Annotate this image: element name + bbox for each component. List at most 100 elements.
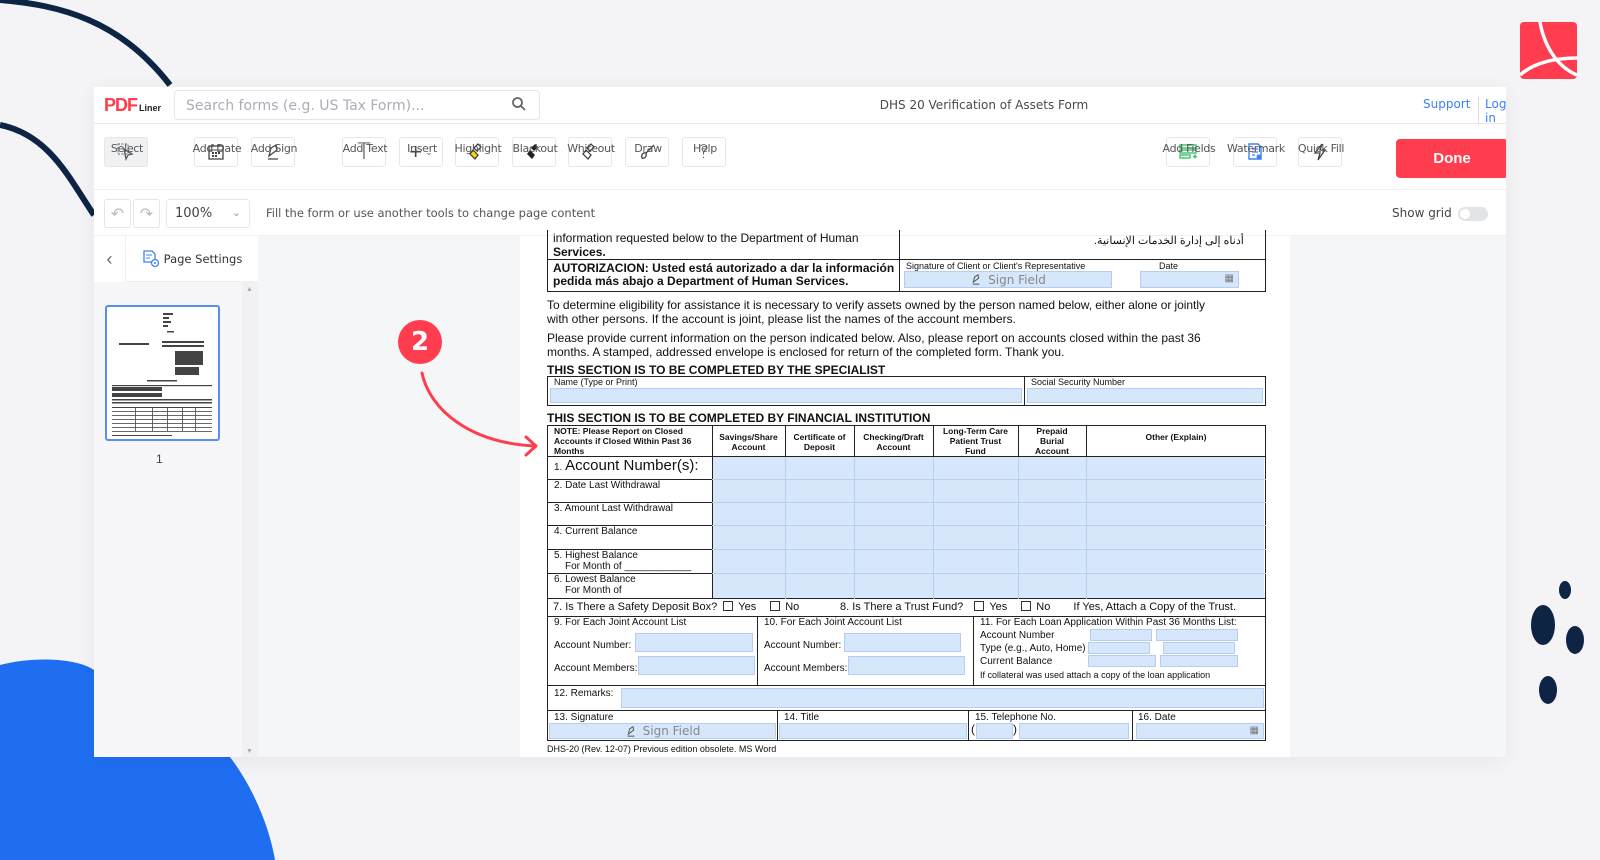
q11-type-label: Type (e.g., Auto, Home) [980,643,1086,654]
safety-box-no-checkbox[interactable] [770,601,781,611]
chevron-down-icon: ⌄ [231,206,241,219]
support-link[interactable]: Support [1423,97,1470,111]
table-row-label: 6. Lowest Balance For Month of [554,574,636,596]
chevron-left-icon: ‹ [106,248,113,269]
redo-icon: ↷ [139,205,154,223]
question-11: 11. For Each Loan Application Within Pas… [980,617,1237,628]
q11-balance-field-1[interactable] [1088,655,1156,667]
table-row-label: 2. Date Last Withdrawal [554,480,661,491]
name-field[interactable] [550,388,1022,403]
document-viewer: information requested below to the Depar… [258,230,1506,757]
show-grid-toggle[interactable] [1458,207,1488,221]
remarks-field[interactable] [621,688,1264,708]
page-sidebar: ‹ Page Settings 1 ▲ ▼ [94,236,258,757]
column-header: Long-Term Care Patient Trust Fund [942,426,1009,456]
pen-nib-icon [627,725,634,737]
signature-sign-field[interactable]: Sign Field [549,723,776,739]
q10-account-members-field[interactable] [848,656,965,675]
column-header: Certificate of Deposit [793,432,846,452]
tool-draw[interactable]: Draw [625,137,671,167]
q11-account-field-2[interactable] [1156,629,1238,641]
search-input[interactable]: Search forms (e.g. US Tax Form)... [174,90,540,120]
top-bar: PDF Liner Search forms (e.g. US Tax Form)… [94,87,1506,125]
tool-add-sign[interactable]: Add Sign [251,137,297,167]
q11-balance-field-2[interactable] [1160,655,1238,667]
trust-fund-no-checkbox[interactable] [1021,601,1032,611]
pdfliner-logo[interactable]: PDF Liner [104,95,161,116]
ssn-field[interactable] [1027,388,1263,403]
arabic-text: أدناه إلى إدارة الخدمات الإنسانية. [1094,235,1244,247]
sidebar-scrollbar[interactable]: ▲ ▼ [242,282,258,757]
ssn-label: Social Security Number [1031,377,1126,387]
q9-account-number-field[interactable] [635,633,753,652]
question-16: 16. Date [1138,712,1176,723]
question-14: 14. Title [784,712,820,723]
tool-blackout[interactable]: Blackout [512,137,558,167]
show-grid-label: Show grid [1392,206,1452,220]
tool-highlight[interactable]: Highlight [455,137,502,167]
phone-number-field[interactable] [1019,723,1129,739]
calendar-icon: ▦ [1224,273,1234,284]
q11-note: If collateral was used attach a copy of … [980,670,1211,680]
note-header: NOTE: Please Report on Closed Accounts i… [554,426,692,456]
client-signature-label: Signature of Client or Client's Represen… [906,261,1086,271]
login-link[interactable]: Log in [1478,97,1506,125]
pdf-page: information requested below to the Depar… [520,230,1290,757]
table-row-label: 4. Current Balance [554,526,638,537]
q11-type-field-2[interactable] [1163,642,1235,654]
intro-paragraph-1: To determine eligibility for assistance … [547,298,1205,326]
question-8: 8. Is There a Trust Fund? Yes No If Yes, A… [840,601,1237,613]
undo-button[interactable]: ↶ [104,199,131,228]
pen-nib-icon [972,274,980,285]
client-sign-field[interactable]: Sign Field [904,271,1112,288]
tool-watermark[interactable]: Watermark [1227,137,1285,167]
accounts-grid-fields[interactable] [712,456,1264,598]
q10-account-number-field[interactable] [844,633,961,652]
column-header: Checking/Draft Account [863,432,924,452]
trust-fund-yes-checkbox[interactable] [974,601,985,611]
title-field[interactable] [779,723,967,739]
question-7: 7. Is There a Safety Deposit Box? Yes No [553,601,800,613]
zoom-select[interactable]: 100% ⌄ [166,199,250,228]
annotation-arrow [420,371,538,457]
done-button[interactable]: Done [1396,139,1506,178]
calendar-icon: ▦ [1249,725,1259,736]
tool-add-text[interactable]: T Add Text [342,137,388,167]
tool-quick-fill[interactable]: Quick Fill [1298,137,1344,167]
q9-account-number-label: Account Number: [554,640,632,651]
thumbnail-preview [112,313,212,436]
question-12: 12. Remarks: [554,688,614,699]
search-icon[interactable] [511,96,527,112]
signature-date-field[interactable]: ▦ [1136,723,1264,739]
q11-account-field-1[interactable] [1090,629,1152,641]
page-thumbnail[interactable] [105,305,220,441]
question-10: 10. For Each Joint Account List [764,617,902,628]
phone-area-code-field[interactable] [976,723,1013,739]
question-9: 9. For Each Joint Account List [554,617,687,628]
page-settings-icon [143,249,159,267]
redo-button[interactable]: ↷ [133,199,160,228]
tool-help[interactable]: ? Help [682,137,728,167]
q9-account-members-field[interactable] [638,656,755,675]
page-number: 1 [156,452,163,466]
client-date-field[interactable]: ▦ [1140,271,1239,288]
page-settings-button[interactable]: Page Settings [126,236,258,282]
tool-insert[interactable]: + ⌄ Insert [399,137,445,167]
row-account-number: 1. Account Number(s): [554,457,699,474]
table-row-label: 5. Highest Balance For Month of _________… [554,550,692,572]
form-footer: DHS-20 (Rev. 12-07) Previous edition obs… [547,744,777,754]
question-13: 13. Signature [554,712,614,723]
tool-select[interactable]: Select [104,137,150,167]
specialist-heading: THIS SECTION IS TO BE COMPLETED BY THE S… [547,363,886,377]
pdf-editor-window: PDF Liner Search forms (e.g. US Tax Form)… [94,87,1506,757]
q11-account-label: Account Number [980,630,1055,641]
column-header: Savings/Share Account [719,432,778,452]
collapse-sidebar-button[interactable]: ‹ [94,236,126,282]
column-header: Other (Explain) [1145,432,1207,442]
tool-add-fields[interactable]: Add Fields [1163,137,1216,167]
tool-add-date[interactable]: Add Date [193,137,242,167]
undo-icon: ↶ [110,205,125,223]
tool-whiteout[interactable]: Whiteout [567,137,615,167]
q11-type-field-1[interactable] [1088,642,1150,654]
safety-box-yes-checkbox[interactable] [723,601,734,611]
